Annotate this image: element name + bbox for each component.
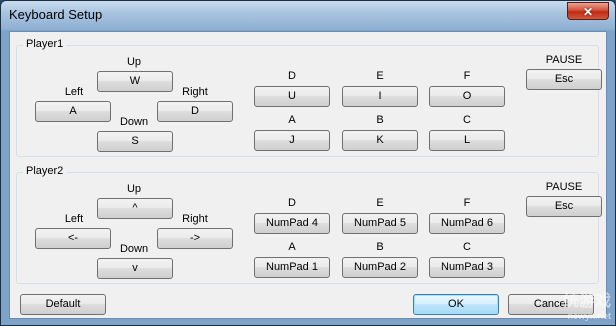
p1-up-label: Up <box>126 56 142 68</box>
default-button[interactable]: Default <box>20 294 106 315</box>
p1-down-key-button[interactable]: S <box>97 131 173 152</box>
p2-f-key-button[interactable]: NumPad 6 <box>429 213 505 234</box>
p1-c-key-button[interactable]: L <box>429 130 505 151</box>
title-bar[interactable]: Keyboard Setup ✕ <box>1 1 615 31</box>
p1-a-label: A <box>288 114 296 126</box>
p1-up-key-button[interactable]: W <box>97 71 173 92</box>
p1-b-label: B <box>376 114 384 126</box>
close-icon: ✕ <box>582 5 594 19</box>
p2-d-key-button[interactable]: NumPad 4 <box>254 213 330 234</box>
keyboard-setup-window: Keyboard Setup ✕ Player1 Up W Left A Rig… <box>0 0 616 326</box>
p1-f-key-button[interactable]: O <box>429 86 505 107</box>
p1-d-label: D <box>288 70 296 82</box>
dialog-client-area: Player1 Up W Left A Right D Down S D U E… <box>9 31 607 319</box>
p2-pause-key-button[interactable]: Esc <box>526 196 602 217</box>
player1-group: Player1 Up W Left A Right D Down S D U E… <box>16 38 602 157</box>
p2-b-label: B <box>376 241 384 253</box>
p2-right-label: Right <box>182 213 208 225</box>
p2-d-label: D <box>288 197 296 209</box>
p2-up-label: Up <box>126 183 142 195</box>
p1-d-key-button[interactable]: U <box>254 86 330 107</box>
p1-pause-label: PAUSE <box>545 54 583 66</box>
ok-button[interactable]: OK <box>413 294 499 315</box>
p2-f-label: F <box>463 197 471 209</box>
p1-right-label: Right <box>182 86 208 98</box>
close-button[interactable]: ✕ <box>567 2 609 20</box>
p1-e-label: E <box>376 70 384 82</box>
p2-down-label: Down <box>119 243 149 255</box>
p2-left-label: Left <box>64 213 84 225</box>
p1-b-key-button[interactable]: K <box>342 130 418 151</box>
p2-c-label: C <box>463 241 471 253</box>
p2-right-key-button[interactable]: -> <box>157 228 233 249</box>
p1-left-label: Left <box>64 86 84 98</box>
p2-e-label: E <box>376 197 384 209</box>
p2-left-key-button[interactable]: <- <box>35 228 111 249</box>
p2-a-key-button[interactable]: NumPad 1 <box>254 257 330 278</box>
p1-a-key-button[interactable]: J <box>254 130 330 151</box>
p2-pause-label: PAUSE <box>545 181 583 193</box>
player2-group: Player2 Up ^ Left <- Right -> Down v D N… <box>16 165 602 284</box>
p2-down-key-button[interactable]: v <box>97 258 173 279</box>
player2-group-label: Player2 <box>23 165 67 177</box>
p1-left-key-button[interactable]: A <box>35 101 111 122</box>
p1-c-label: C <box>463 114 471 126</box>
p1-e-key-button[interactable]: I <box>342 86 418 107</box>
p2-a-label: A <box>288 241 296 253</box>
p1-down-label: Down <box>119 116 149 128</box>
p1-right-key-button[interactable]: D <box>157 101 233 122</box>
p2-e-key-button[interactable]: NumPad 5 <box>342 213 418 234</box>
p2-b-key-button[interactable]: NumPad 2 <box>342 257 418 278</box>
p1-f-label: F <box>463 70 471 82</box>
p1-pause-key-button[interactable]: Esc <box>526 69 602 90</box>
p2-up-key-button[interactable]: ^ <box>97 198 173 219</box>
watermark-sub-text: newyx.net <box>567 311 611 321</box>
player1-group-label: Player1 <box>23 38 67 50</box>
watermark-main-text: 统游戏 <box>562 293 611 310</box>
site-watermark: 统游戏 newyx.net <box>563 287 611 321</box>
p2-c-key-button[interactable]: NumPad 3 <box>429 257 505 278</box>
window-title: Keyboard Setup <box>9 7 103 22</box>
